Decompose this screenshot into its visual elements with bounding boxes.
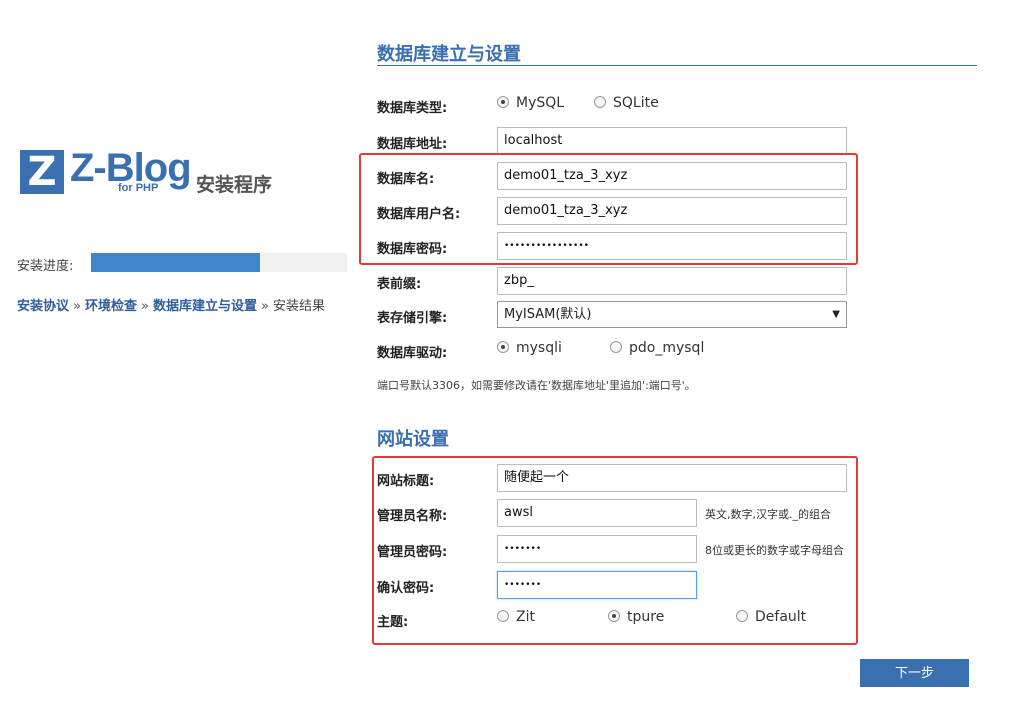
- logo-mark-icon: Z: [20, 150, 64, 194]
- db-host-label: 数据库地址:: [377, 137, 448, 152]
- driver-pdo-mysql-radio[interactable]: pdo_mysql: [610, 340, 704, 360]
- install-progress: 安装进度:: [17, 253, 347, 274]
- breadcrumb-separator: »: [73, 299, 81, 314]
- db-type-mysql-label: MySQL: [516, 95, 565, 111]
- table-prefix-input[interactable]: zbp_: [497, 267, 847, 295]
- progress-track: [91, 253, 347, 272]
- driver-mysqli-label: mysqli: [516, 340, 562, 356]
- table-prefix-label: 表前缀:: [377, 277, 422, 292]
- db-driver-label: 数据库驱动:: [377, 346, 448, 361]
- next-step-button[interactable]: 下一步: [860, 659, 969, 687]
- breadcrumb-step-database: 数据库建立与设置: [152, 299, 257, 314]
- installer-title: 安装程序: [196, 174, 273, 196]
- breadcrumb-step-env-check: 环境检查: [84, 299, 137, 314]
- db-driver-row: 数据库驱动: mysqli pdo_mysql: [377, 336, 977, 364]
- breadcrumb: 安装协议» 环境检查» 数据库建立与设置» 安装结果: [17, 295, 325, 314]
- table-prefix-row: 表前缀: zbp_: [377, 267, 977, 295]
- db-host-row: 数据库地址: localhost: [377, 127, 977, 155]
- radio-checked-icon: [497, 96, 509, 108]
- radio-checked-icon: [497, 341, 509, 353]
- db-host-input[interactable]: localhost: [497, 127, 847, 155]
- progress-label: 安装进度:: [17, 259, 74, 274]
- site-section-title: 网站设置: [377, 429, 449, 450]
- highlight-box-site: [372, 456, 858, 645]
- radio-unchecked-icon: [594, 96, 606, 108]
- logo-sub: for PHP: [118, 182, 159, 194]
- breadcrumb-step-result: 安装结果: [272, 299, 325, 314]
- driver-mysqli-radio[interactable]: mysqli: [497, 340, 562, 360]
- db-type-row: 数据库类型: MySQL SQLite: [377, 91, 977, 119]
- engine-row: 表存储引擎: MyISAM(默认) ▼: [377, 301, 977, 329]
- highlight-box-database: [359, 153, 858, 265]
- logo-mark-letter: Z: [27, 149, 57, 195]
- port-note: 端口号默认3306，如需要修改请在'数据库地址'里追加':端口号'。: [377, 379, 696, 392]
- engine-select[interactable]: MyISAM(默认) ▼: [497, 301, 847, 328]
- db-section-title: 数据库建立与设置: [377, 44, 521, 65]
- radio-unchecked-icon: [610, 341, 622, 353]
- breadcrumb-step-agreement: 安装协议: [17, 299, 70, 314]
- zblog-logo: Z Z-Blog for PHP 安装程序: [20, 146, 320, 198]
- engine-label: 表存储引擎:: [377, 311, 448, 326]
- db-type-mysql-radio[interactable]: MySQL: [497, 95, 564, 115]
- breadcrumb-separator: »: [260, 299, 269, 314]
- breadcrumb-separator: »: [141, 299, 149, 314]
- db-type-sqlite-label: SQLite: [613, 95, 659, 111]
- engine-select-value: MyISAM(默认): [504, 307, 592, 322]
- progress-fill: [91, 253, 260, 272]
- dropdown-arrow-icon: ▼: [832, 309, 840, 320]
- driver-pdo-mysql-label: pdo_mysql: [629, 340, 705, 356]
- db-type-label: 数据库类型:: [377, 101, 448, 116]
- db-type-sqlite-radio[interactable]: SQLite: [594, 95, 659, 115]
- section-divider: [377, 65, 977, 66]
